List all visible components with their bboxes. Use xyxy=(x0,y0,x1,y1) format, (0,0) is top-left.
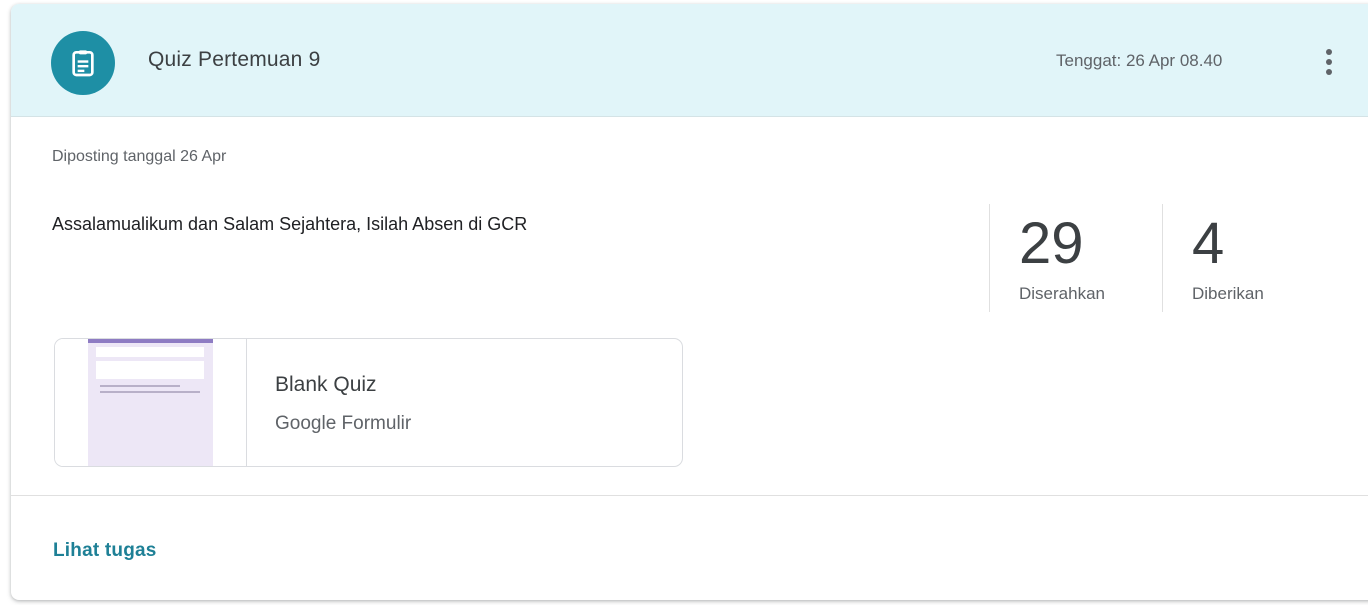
attachment-title: Blank Quiz xyxy=(275,373,377,396)
turned-in-label: Diserahkan xyxy=(1019,284,1105,303)
clipboard-icon xyxy=(72,50,94,77)
form-thumbnail xyxy=(55,339,247,466)
posted-date: Diposting tanggal 26 Apr xyxy=(52,148,227,165)
more-options-button[interactable] xyxy=(1311,34,1347,90)
turned-in-count: 29 xyxy=(1019,211,1084,276)
assigned-count: 4 xyxy=(1192,211,1225,276)
assigned-stat[interactable]: 4 Diberikan xyxy=(1162,204,1323,312)
due-date: Tenggat: 26 Apr 08.40 xyxy=(1056,51,1223,70)
turned-in-stat[interactable]: 29 Diserahkan xyxy=(989,204,1162,312)
form-attachment[interactable]: Blank Quiz Google Formulir xyxy=(54,338,683,467)
more-vert-icon xyxy=(1326,49,1332,75)
view-assignment-link[interactable]: Lihat tugas xyxy=(53,540,157,562)
assignment-icon xyxy=(51,31,115,95)
assignment-card: Quiz Pertemuan 9 Tenggat: 26 Apr 08.40 D… xyxy=(11,4,1368,600)
attachment-type: Google Formulir xyxy=(275,413,412,434)
assignment-description: Assalamualikum dan Salam Sejahtera, Isil… xyxy=(52,214,528,234)
form-preview xyxy=(88,339,213,466)
assigned-label: Diberikan xyxy=(1192,284,1264,303)
assignment-title[interactable]: Quiz Pertemuan 9 xyxy=(148,48,320,72)
assignment-header[interactable]: Quiz Pertemuan 9 Tenggat: 26 Apr 08.40 xyxy=(11,4,1368,117)
footer-divider xyxy=(11,495,1368,496)
